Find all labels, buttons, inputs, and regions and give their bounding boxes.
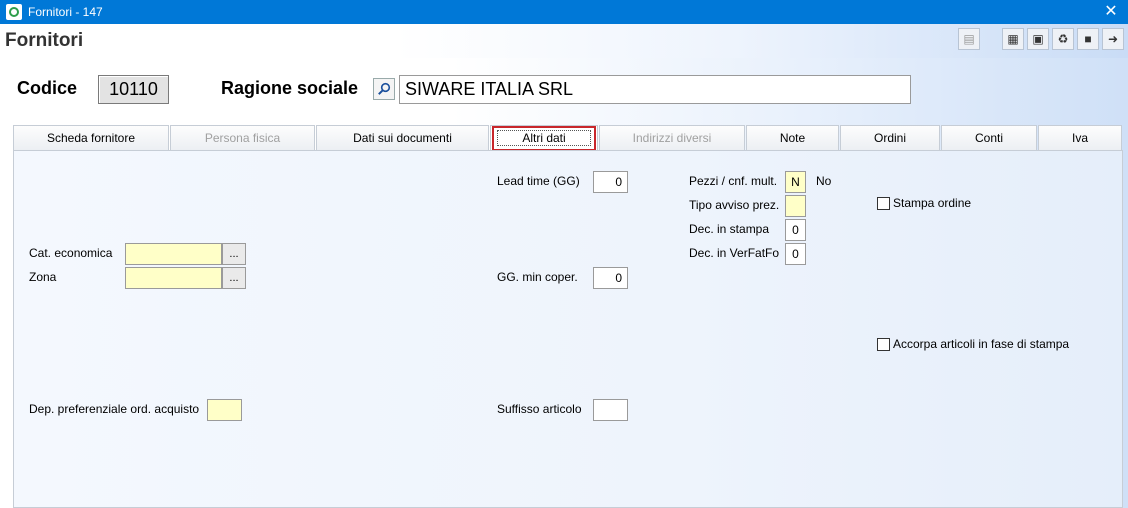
tab-altri-dati-label: Altri dati	[497, 130, 591, 146]
tipo-avviso-field[interactable]	[785, 195, 806, 217]
dec-verfatfo-label: Dec. in VerFatFo	[689, 246, 780, 260]
tab-dati-documenti[interactable]: Dati sui documenti	[316, 125, 489, 150]
lead-time-label: Lead time (GG)	[497, 174, 580, 188]
zona-label: Zona	[29, 270, 57, 284]
tab-conti[interactable]: Conti	[941, 125, 1037, 150]
tab-bar: Scheda fornitore Persona fisica Dati sui…	[13, 125, 1123, 151]
close-icon[interactable]: ✕	[1102, 2, 1120, 22]
altri-dati-panel: Cat. economica ... Zona ... Dep. prefere…	[13, 150, 1123, 508]
cat-economica-field[interactable]	[125, 243, 222, 265]
exit-icon[interactable]: ➜	[1102, 28, 1124, 50]
cat-economica-browse-button[interactable]: ...	[222, 243, 246, 265]
document-icon[interactable]: ▤	[958, 28, 980, 50]
zona-field[interactable]	[125, 267, 222, 289]
main-area: Codice 10110 Ragione sociale SIWARE ITAL…	[0, 58, 1128, 508]
cat-economica-label: Cat. economica	[29, 246, 113, 260]
gg-min-coper-label: GG. min coper.	[497, 270, 578, 284]
dep-preferenziale-label: Dep. preferenziale ord. acquisto	[29, 402, 200, 416]
clipboard-icon[interactable]: ▣	[1027, 28, 1049, 50]
suffisso-articolo-field[interactable]	[593, 399, 628, 421]
pezzi-cnf-description: No	[816, 174, 832, 188]
page-title: Fornitori	[5, 30, 84, 51]
tab-note[interactable]: Note	[746, 125, 839, 150]
accorpa-articoli-label: Accorpa articoli in fase di stampa	[893, 337, 1070, 351]
tab-altri-dati[interactable]: Altri dati	[490, 125, 598, 151]
stampa-ordine-label: Stampa ordine	[893, 196, 972, 210]
suffisso-articolo-label: Suffisso articolo	[497, 402, 582, 416]
accorpa-articoli-checkbox[interactable]	[877, 338, 890, 351]
dec-stampa-label: Dec. in stampa	[689, 222, 770, 236]
tab-indirizzi-diversi: Indirizzi diversi	[599, 125, 745, 150]
tab-scheda-fornitore[interactable]: Scheda fornitore	[13, 125, 169, 150]
header: Fornitori ▤ ▦ ▣ ♻ ■ ➜	[0, 24, 1128, 58]
dec-stampa-field[interactable]: 0	[785, 219, 806, 241]
pezzi-cnf-field[interactable]: N	[785, 171, 806, 193]
recycle-icon[interactable]: ♻	[1052, 28, 1074, 50]
window-title: Fornitori - 147	[28, 5, 103, 19]
gg-min-coper-field[interactable]: 0	[593, 267, 628, 289]
title-bar: Fornitori - 147 ✕	[0, 0, 1128, 24]
print-preview-icon[interactable]: ▦	[1002, 28, 1024, 50]
tab-persona-fisica: Persona fisica	[170, 125, 315, 150]
dep-preferenziale-field[interactable]	[207, 399, 242, 421]
search-icon	[378, 82, 391, 95]
dec-verfatfo-field[interactable]: 0	[785, 243, 806, 265]
search-button[interactable]	[373, 78, 395, 100]
app-icon	[6, 4, 22, 20]
stampa-ordine-checkbox[interactable]	[877, 197, 890, 210]
tab-altri-dati-focus: Altri dati	[492, 125, 596, 151]
tab-ordini[interactable]: Ordini	[840, 125, 940, 150]
pezzi-cnf-label: Pezzi / cnf. mult.	[689, 174, 778, 188]
save-icon[interactable]: ■	[1077, 28, 1099, 50]
lead-time-field[interactable]: 0	[593, 171, 628, 193]
tab-iva[interactable]: Iva	[1038, 125, 1122, 150]
tipo-avviso-label: Tipo avviso prez.	[689, 198, 780, 212]
ragione-sociale-label: Ragione sociale	[221, 78, 359, 98]
codice-label: Codice	[17, 78, 78, 98]
ragione-sociale-field[interactable]: SIWARE ITALIA SRL	[399, 75, 911, 104]
toolbar: ▤ ▦ ▣ ♻ ■ ➜	[955, 28, 1124, 50]
codice-field[interactable]: 10110	[98, 75, 169, 104]
zona-browse-button[interactable]: ...	[222, 267, 246, 289]
